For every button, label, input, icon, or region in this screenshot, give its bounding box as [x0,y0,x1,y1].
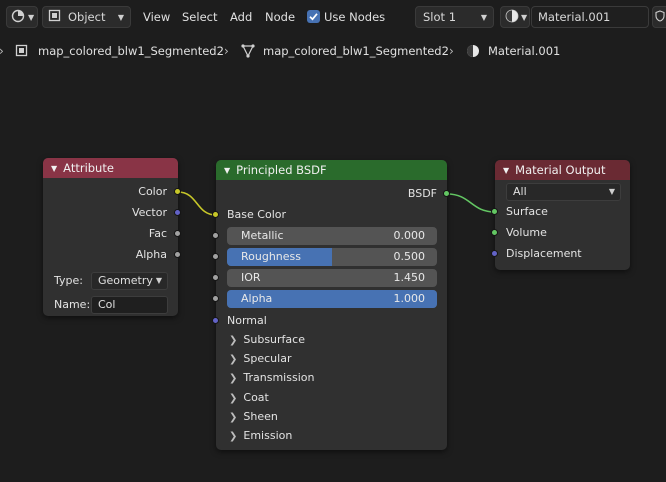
material-output-title: Material Output [515,163,606,177]
panel-sheen[interactable]: ❯ Sheen [229,408,278,426]
metallic-field[interactable]: Metallic 0.000 [227,227,437,245]
metallic-value: 0.000 [393,229,426,242]
panel-transmission[interactable]: ❯ Transmission [229,369,314,387]
output-target-value: All [513,185,527,198]
socket-normal-input[interactable] [212,317,219,324]
ior-label: IOR [241,271,261,284]
output-alpha-label: Alpha [135,248,167,261]
panel-coat[interactable]: ❯ Coat [229,389,269,407]
base-color-label: Base Color [227,208,287,221]
chevron-down-icon: ▼ [155,276,162,285]
chevron-right-icon: ❯ [229,335,238,346]
socket-displacement-input[interactable] [491,250,498,257]
principled-bsdf-header[interactable]: ▼ Principled BSDF [216,160,447,180]
displacement-label: Displacement [506,247,582,260]
socket-color-output[interactable] [174,188,181,195]
principled-bsdf-node[interactable]: ▼ Principled BSDF BSDF Base Color Metall… [212,160,450,450]
normal-label: Normal [227,314,267,327]
socket-fac-output[interactable] [174,230,181,237]
ior-value: 1.450 [393,271,426,284]
roughness-field[interactable]: Roughness 0.500 [227,248,437,266]
ior-field[interactable]: IOR 1.450 [227,269,437,287]
link-color-to-base-color [177,191,217,216]
alpha-label: Alpha [241,292,273,305]
chevron-right-icon: ❯ [229,373,238,384]
socket-vector-output[interactable] [174,209,181,216]
panel-coat-label: Coat [243,391,269,404]
socket-alpha-input[interactable] [212,295,219,302]
attribute-node-title: Attribute [63,161,114,175]
link-bsdf-to-surface [446,193,496,213]
chevron-right-icon: ❯ [229,412,238,423]
roughness-value: 0.500 [393,250,426,263]
metallic-label: Metallic [241,229,284,242]
panel-emission-label: Emission [243,429,293,442]
socket-metallic-input[interactable] [212,232,219,239]
alpha-field[interactable]: Alpha 1.000 [227,290,437,308]
socket-bsdf-output[interactable] [443,190,450,197]
attribute-type-value: Geometry [98,274,153,287]
attribute-node-header[interactable]: ▼ Attribute [43,158,178,178]
output-fac-label: Fac [148,227,167,240]
socket-base-color-input[interactable] [212,211,219,218]
surface-label: Surface [506,205,548,218]
panel-specular[interactable]: ❯ Specular [229,350,291,368]
principled-bsdf-title: Principled BSDF [236,163,327,177]
alpha-value: 1.000 [393,292,426,305]
panel-subsurface-label: Subsurface [243,333,305,346]
output-color-label: Color [138,185,167,198]
volume-label: Volume [506,226,547,239]
output-vector-label: Vector [131,206,167,219]
attribute-name-input[interactable]: Col [91,296,168,314]
output-target-dropdown[interactable]: All ▼ [506,183,621,201]
socket-alpha-output[interactable] [174,251,181,258]
roughness-label: Roughness [241,250,302,263]
attribute-node[interactable]: ▼ Attribute Color Vector Fac Alpha Type:… [43,158,181,316]
collapse-arrow-icon[interactable]: ▼ [224,166,230,175]
collapse-arrow-icon[interactable]: ▼ [51,164,57,173]
type-label: Type: [54,274,83,287]
material-output-header[interactable]: ▼ Material Output [495,160,630,180]
attribute-type-dropdown[interactable]: Geometry ▼ [91,272,168,290]
chevron-right-icon: ❯ [229,393,238,404]
socket-volume-input[interactable] [491,229,498,236]
socket-roughness-input[interactable] [212,253,219,260]
output-bsdf-label: BSDF [407,187,437,200]
socket-surface-input[interactable] [491,208,498,215]
material-output-node[interactable]: ▼ Material Output All ▼ Surface Volume D… [491,160,630,270]
name-label: Name: [54,298,91,311]
panel-emission[interactable]: ❯ Emission [229,427,292,445]
collapse-arrow-icon[interactable]: ▼ [503,166,509,175]
panel-specular-label: Specular [243,352,292,365]
chevron-down-icon: ▼ [608,187,615,196]
chevron-right-icon: ❯ [229,354,238,365]
panel-sheen-label: Sheen [243,410,278,423]
panel-subsurface[interactable]: ❯ Subsurface [229,331,305,349]
panel-transmission-label: Transmission [243,371,315,384]
socket-ior-input[interactable] [212,274,219,281]
chevron-right-icon: ❯ [229,431,238,442]
